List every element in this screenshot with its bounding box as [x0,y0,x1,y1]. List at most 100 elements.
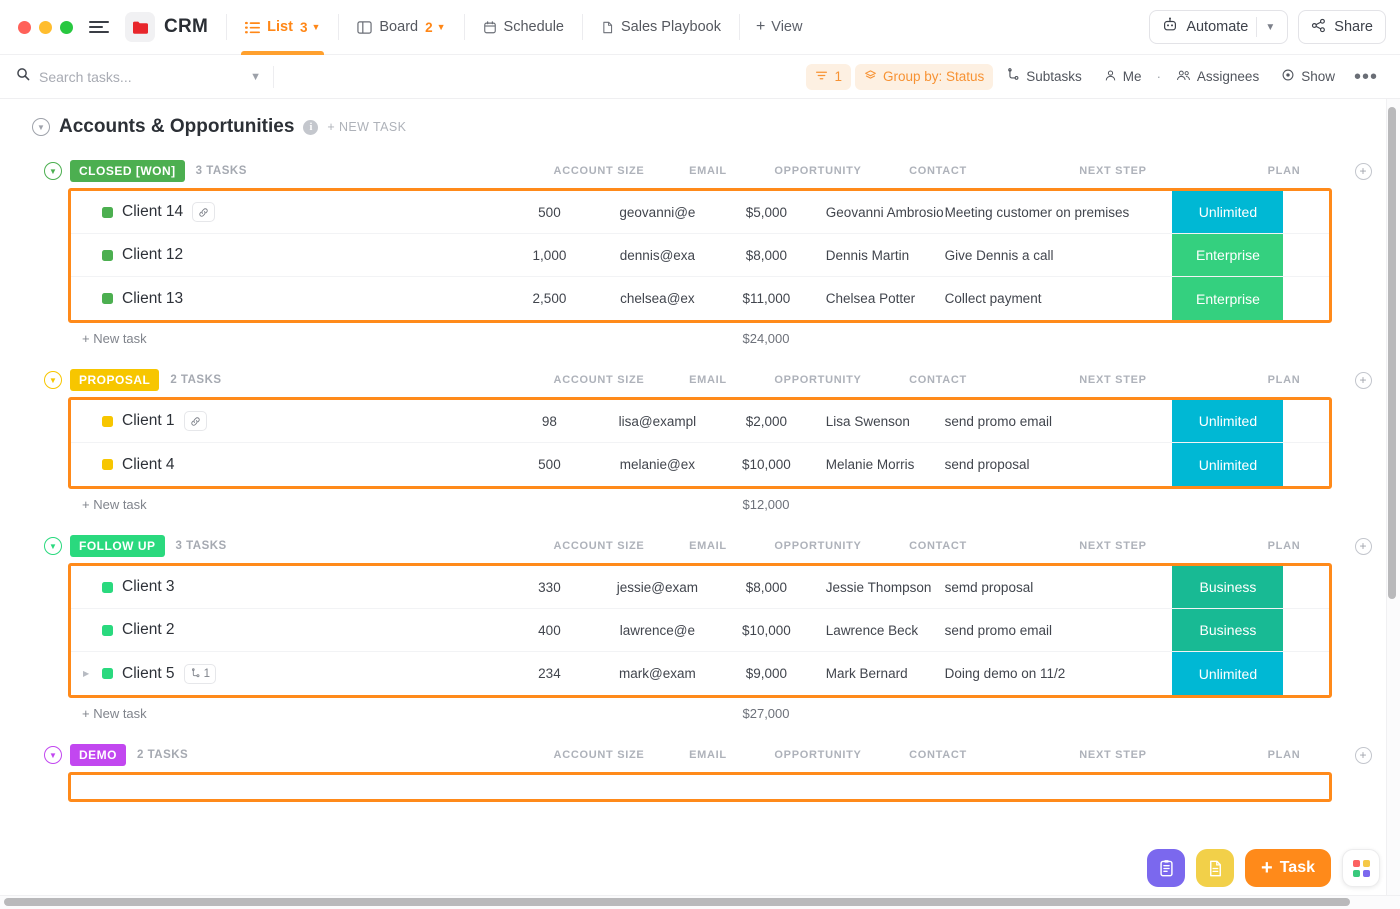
column-header[interactable]: ACCOUNT SIZE [540,374,658,386]
column-header[interactable]: CONTACT [878,749,998,761]
link-icon[interactable] [183,411,207,431]
cell-email[interactable]: dennis@exa [608,234,707,276]
column-header[interactable]: ACCOUNT SIZE [540,749,658,761]
chevron-down-icon[interactable]: ▼ [311,22,320,32]
task-name[interactable]: Client 14 [122,203,183,221]
cell-next-step[interactable]: Meeting customer on premises [945,191,1173,233]
cell-plan[interactable]: Unlimited [1172,400,1284,442]
cell-opportunity[interactable]: $11,000 [707,277,826,320]
column-header[interactable]: PLAN [1228,749,1340,761]
table-row[interactable]: ▶Client 2400lawrence@e$10,000Lawrence Be… [71,609,1329,652]
status-indicator[interactable] [102,415,113,427]
close-window-button[interactable] [18,20,31,34]
status-indicator[interactable] [102,459,113,470]
cell-account-size[interactable]: 400 [491,609,608,651]
task-name-cell[interactable]: ▶ Client 5 1 [71,652,491,695]
cell-next-step[interactable]: semd proposal [945,566,1173,608]
table-row[interactable]: ▶Client 132,500chelsea@ex$11,000Chelsea … [71,277,1329,320]
cell-empty[interactable] [1283,234,1329,276]
cell-account-size[interactable]: 330 [491,566,608,608]
group-by-button[interactable]: Group by: Status [854,63,994,90]
cell-opportunity[interactable]: $9,000 [707,652,826,695]
task-name-cell[interactable]: ▶Client 1 [71,400,491,442]
status-badge[interactable]: PROPOSAL [70,369,160,391]
table-row[interactable]: ▶Client 121,000dennis@exa$8,000Dennis Ma… [71,234,1329,277]
group-collapse-icon[interactable]: ▼ [44,746,62,764]
task-name[interactable]: Client 13 [122,290,183,308]
new-task-button[interactable]: + New task [68,497,488,512]
cell-account-size[interactable]: 2,500 [491,277,608,320]
cell-empty[interactable] [1283,566,1329,608]
cell-next-step[interactable]: send proposal [945,443,1173,486]
cell-plan[interactable]: Enterprise [1172,234,1284,276]
cell-contact[interactable]: Jessie Thompson [826,566,945,608]
group-collapse-icon[interactable]: ▼ [44,537,62,555]
apps-grid-icon[interactable] [1342,849,1380,887]
add-task-button[interactable]: + Task [1245,849,1331,887]
group-collapse-icon[interactable]: ▼ [44,371,62,389]
automate-button[interactable]: Automate ▼ [1149,10,1289,44]
task-name[interactable]: Client 5 [122,665,175,683]
column-header[interactable]: CONTACT [878,540,998,552]
add-column-button[interactable]: + [1354,162,1372,180]
cell-account-size[interactable]: 1,000 [491,234,608,276]
tab-board[interactable]: Board 2 ▼ [343,0,459,54]
add-column-button[interactable]: + [1354,746,1372,764]
status-indicator[interactable] [102,624,113,636]
notepad-icon[interactable] [1147,849,1186,887]
column-header[interactable]: OPPORTUNITY [758,374,878,386]
column-header[interactable]: EMAIL [658,540,758,552]
cell-empty[interactable] [1283,443,1329,486]
column-header[interactable]: OPPORTUNITY [758,540,878,552]
cell-empty[interactable] [1283,652,1329,695]
table-row[interactable]: ▶ Client 5 1 234 mark@exam $9,000 Mark Bernard… [71,652,1329,695]
cell-contact[interactable]: Melanie Morris [826,443,945,486]
collapse-list-icon[interactable]: ▼ [32,118,50,136]
show-button[interactable]: Show [1272,64,1344,90]
cell-email[interactable]: geovanni@e [608,191,707,233]
expand-subtasks-icon[interactable]: ▶ [83,669,93,678]
cell-plan[interactable]: Enterprise [1172,277,1284,320]
task-name-cell[interactable]: ▶Client 12 [71,234,491,276]
column-header[interactable]: CONTACT [878,374,998,386]
cell-account-size[interactable]: 98 [491,400,608,442]
cell-email[interactable]: mark@exam [608,652,707,695]
status-badge[interactable]: CLOSED [WON] [70,160,185,182]
column-header[interactable]: NEXT STEP [998,165,1228,177]
task-name[interactable]: Client 3 [122,578,175,596]
table-row[interactable]: ▶Client 4500melanie@ex$10,000Melanie Mor… [71,443,1329,486]
column-header[interactable]: EMAIL [658,374,758,386]
task-name-cell[interactable]: ▶Client 3 [71,566,491,608]
task-name-cell[interactable]: ▶Client 14 [71,191,491,233]
task-name-cell[interactable]: ▶Client 2 [71,609,491,651]
column-header[interactable]: PLAN [1228,374,1340,386]
cell-plan[interactable]: Business [1172,566,1284,608]
cell-contact[interactable]: Geovanni Ambrosio [826,191,945,233]
new-task-top-button[interactable]: + NEW TASK [327,120,406,134]
minimize-window-button[interactable] [39,20,52,34]
cell-contact[interactable]: Chelsea Potter [826,277,945,320]
table-row[interactable] [71,775,1329,799]
cell-opportunity[interactable]: $8,000 [707,566,826,608]
subtasks-button[interactable]: Subtasks [997,64,1091,90]
hamburger-icon[interactable] [89,21,109,33]
column-header[interactable]: PLAN [1228,165,1340,177]
column-header[interactable]: EMAIL [658,749,758,761]
cell-opportunity[interactable]: $10,000 [707,443,826,486]
cell-empty[interactable] [1283,191,1329,233]
table-row[interactable]: ▶Client 3330jessie@exam$8,000Jessie Thom… [71,566,1329,609]
cell-next-step[interactable]: Doing demo on 11/2 [945,652,1173,695]
status-indicator[interactable] [102,581,113,593]
cell-email[interactable]: lawrence@e [608,609,707,651]
cell-next-step[interactable]: send promo email [945,400,1173,442]
status-indicator[interactable] [102,293,113,304]
cell-plan[interactable]: Unlimited [1172,443,1284,486]
cell-empty[interactable] [1283,277,1329,320]
chevron-down-icon[interactable]: ▼ [250,71,261,83]
share-button[interactable]: Share [1298,10,1386,44]
group-collapse-icon[interactable]: ▼ [44,162,62,180]
cell-plan[interactable]: Business [1172,609,1284,651]
cell-account-size[interactable]: 500 [491,443,608,486]
add-view-button[interactable]: + View [744,18,815,36]
cell-opportunity[interactable]: $10,000 [707,609,826,651]
